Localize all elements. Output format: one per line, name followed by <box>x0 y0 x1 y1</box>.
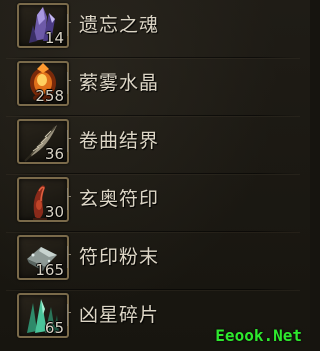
inventory-panel: 14 遗忘之魂 258 萦雾水晶 36 卷曲结界 30 玄奥符印 165 符印粉… <box>0 0 310 351</box>
item-name: 萦雾水晶 <box>79 72 160 94</box>
bracket-divider <box>67 14 74 36</box>
item-quantity: 30 <box>44 203 64 221</box>
inventory-row[interactable]: 36 卷曲结界 <box>0 116 310 174</box>
item-name: 玄奥符印 <box>79 188 160 210</box>
bracket-divider <box>67 130 74 152</box>
item-slot[interactable]: 165 <box>17 235 69 280</box>
item-slot[interactable]: 14 <box>17 3 69 48</box>
item-slot[interactable]: 30 <box>17 177 69 222</box>
item-slot[interactable]: 258 <box>17 61 69 106</box>
item-quantity: 258 <box>35 87 64 105</box>
bracket-divider <box>67 188 74 210</box>
item-slot[interactable]: 36 <box>17 119 69 164</box>
item-name: 凶星碎片 <box>79 304 160 326</box>
inventory-row[interactable]: 165 符印粉末 <box>0 232 310 290</box>
bracket-divider <box>67 246 74 268</box>
inventory-row[interactable]: 14 遗忘之魂 <box>0 0 310 58</box>
item-name: 卷曲结界 <box>79 130 160 152</box>
bracket-divider <box>67 304 74 326</box>
item-name: 遗忘之魂 <box>79 14 160 36</box>
inventory-row[interactable]: 258 萦雾水晶 <box>0 58 310 116</box>
item-quantity: 165 <box>35 261 64 279</box>
item-slot[interactable]: 65 <box>17 293 69 338</box>
item-quantity: 36 <box>44 145 64 163</box>
item-quantity: 65 <box>44 319 64 337</box>
bracket-divider <box>67 72 74 94</box>
inventory-row[interactable]: 30 玄奥符印 <box>0 174 310 232</box>
item-name: 符印粉末 <box>79 246 160 268</box>
item-quantity: 14 <box>44 29 64 47</box>
watermark: Eeook.Net <box>215 326 302 345</box>
